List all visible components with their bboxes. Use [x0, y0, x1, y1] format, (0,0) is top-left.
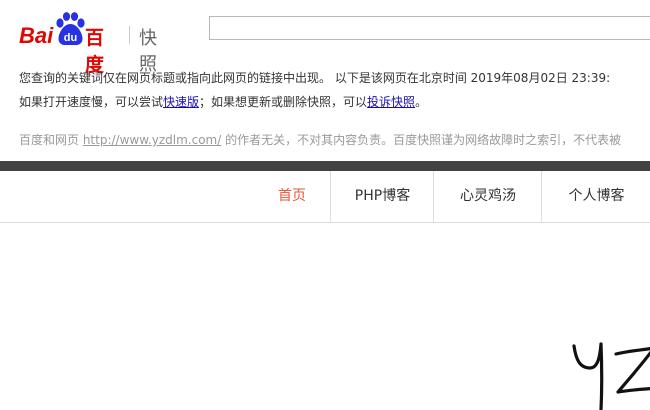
nav-item-php-blog[interactable]: PHP博客 [330, 171, 434, 222]
baidu-paw-icon: du [56, 12, 85, 46]
snapshot-notice: 您查询的关键词仅在网页标题或指向此网页的链接中出现。 以下是该网页在北京时间 2… [19, 66, 610, 114]
site-nav: 首页 PHP博客 心灵鸡汤 个人博客 [0, 171, 650, 223]
logo-divider [129, 26, 130, 44]
site-logo-handwriting [572, 342, 650, 410]
notice-line-1: 您查询的关键词仅在网页标题或指向此网页的链接中出现。 以下是该网页在北京时间 2… [19, 71, 611, 85]
complain-snapshot-link[interactable]: 投诉快照 [367, 95, 415, 109]
snapshot-disclaimer: 百度和网页 http://www.yzdlm.com/ 的作者无关，不对其内容负… [19, 131, 621, 148]
logo-du-text: du [64, 32, 77, 44]
nav-item-chicken-soup[interactable]: 心灵鸡汤 [433, 171, 542, 222]
site-top-bar [0, 161, 650, 171]
nav-item-home[interactable]: 首页 [254, 171, 330, 222]
source-url-link[interactable]: http://www.yzdlm.com/ [83, 133, 221, 147]
notice-line-2-suffix: 。 [415, 95, 428, 109]
notice-line-2: 如果打开速度慢，可以尝试快速版；如果想更新或删除快照，可以投诉快照。 [19, 90, 610, 114]
disclaimer-suffix: 的作者无关，不对其内容负责。百度快照谨为网络故障时之索引，不代表被 [221, 133, 622, 147]
search-input[interactable] [209, 16, 650, 40]
snapshot-header: Bai du 百度 快照 [0, 0, 650, 76]
notice-line-2-middle: ；如果想更新或删除快照，可以 [199, 95, 368, 109]
nav-item-personal-blog[interactable]: 个人博客 [541, 171, 650, 222]
disclaimer-prefix: 百度和网页 [19, 133, 83, 147]
notice-line-2-prefix: 如果打开速度慢，可以尝试 [19, 95, 164, 109]
fast-version-link[interactable]: 快速版 [163, 95, 199, 109]
logo-bai-text: Bai [19, 23, 54, 48]
